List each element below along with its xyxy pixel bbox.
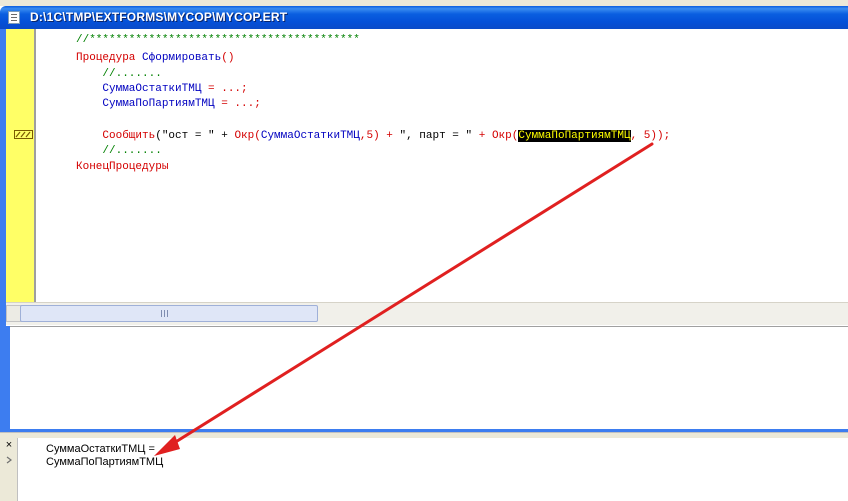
code-token: Процедура [76, 52, 143, 64]
message-window[interactable]: × СуммаОстаткиТМЦ = СуммаПоПартиямТМЦ [0, 438, 848, 501]
selected-text: СуммаПоПартиямТМЦ [518, 130, 631, 142]
code-token: Окр [491, 130, 512, 142]
code-token: КонецПроцедуры [76, 161, 169, 173]
code-token: () [221, 52, 235, 64]
message-line: СуммаОстаткиТМЦ = [46, 443, 158, 455]
breakpoint-marker-icon[interactable] [14, 130, 33, 139]
code-token: //....... [76, 68, 162, 80]
code-token: Сообщить [76, 130, 156, 142]
grip-line [164, 310, 165, 317]
code-token: //**************************************… [76, 34, 360, 46]
code-token: ("ост = " + [155, 130, 235, 142]
editor-gutter[interactable] [6, 29, 34, 302]
window-title: D:\1C\TMP\EXTFORMS\MYCOP\MYCOP.ERT [30, 10, 288, 24]
code-line[interactable]: КонецПроцедуры [76, 160, 168, 175]
window-titlebar[interactable]: D:\1C\TMP\EXTFORMS\MYCOP\MYCOP.ERT [0, 6, 848, 29]
code-token: СуммаОстаткиТМЦ [260, 130, 360, 142]
code-token: ,5) + [359, 130, 400, 142]
code-token: Окр [234, 130, 255, 142]
lower-editor-pane[interactable] [10, 326, 848, 429]
scrollbar-thumb[interactable] [20, 305, 318, 322]
message-line: СуммаПоПартиямТМЦ [46, 456, 164, 468]
code-token: = ...; [214, 98, 261, 110]
code-line[interactable]: //....... [76, 144, 162, 159]
grip-line [167, 310, 168, 317]
code-token: ", парт = " [399, 130, 473, 142]
code-line[interactable]: СуммаОстаткиТМЦ = ...; [76, 82, 248, 97]
code-token: + [472, 130, 492, 142]
code-token: , 5)); [630, 130, 671, 142]
document-icon [8, 11, 20, 24]
code-token: СуммаОстаткиТМЦ [76, 83, 202, 95]
code-line[interactable]: //**************************************… [76, 33, 360, 48]
code-line[interactable]: СуммаПоПартиямТМЦ = ...; [76, 97, 261, 112]
code-token: //....... [76, 145, 162, 157]
code-token: = ...; [201, 83, 248, 95]
code-token: ( [254, 130, 261, 142]
code-token: Сформировать [142, 52, 222, 64]
grip-line [161, 310, 162, 317]
horizontal-scrollbar[interactable] [6, 302, 848, 325]
code-line[interactable]: Процедура Сформировать() [76, 51, 234, 66]
close-icon[interactable]: × [3, 439, 15, 451]
message-window-sidebar: × [0, 438, 18, 501]
code-token: СуммаПоПартиямТМЦ [76, 98, 215, 110]
code-line[interactable]: Сообщить("ост = " + Окр(СуммаОстаткиТМЦ,… [76, 129, 670, 144]
chevron-right-icon[interactable] [4, 456, 14, 464]
code-line[interactable]: //....... [76, 67, 162, 82]
code-text[interactable]: //**************************************… [36, 29, 848, 302]
